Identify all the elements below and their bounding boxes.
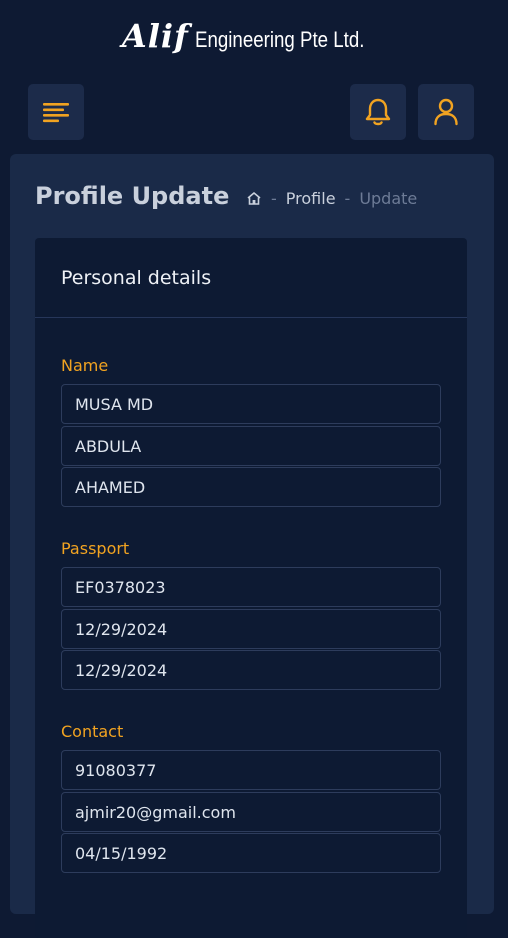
breadcrumb: - Profile - Update <box>246 189 417 208</box>
breadcrumb-separator: - <box>271 189 277 208</box>
breadcrumb-separator: - <box>344 189 351 208</box>
page-title: Profile Update <box>35 182 230 210</box>
menu-lines-icon <box>43 103 69 123</box>
phone-field[interactable] <box>61 750 441 790</box>
notifications-button[interactable] <box>350 84 406 140</box>
menu-button[interactable] <box>28 84 84 140</box>
personal-details-card: Personal details Name Passport Contact <box>35 238 467 938</box>
user-icon <box>434 98 458 126</box>
bell-icon <box>365 98 391 126</box>
logo-mark: Alif <box>121 17 189 55</box>
card-title: Personal details <box>61 266 212 289</box>
passport-label: Passport <box>61 539 130 558</box>
brand-logo: Alif Engineering Pte Ltd. <box>0 0 508 72</box>
passport-number-field[interactable] <box>61 567 441 607</box>
breadcrumb-item-profile[interactable]: Profile <box>286 189 336 208</box>
logo-text: Engineering Pte Ltd. <box>194 27 365 52</box>
home-icon[interactable] <box>246 191 262 206</box>
first-name-field[interactable] <box>61 384 441 424</box>
middle-name-field[interactable] <box>61 426 441 466</box>
last-name-field[interactable] <box>61 467 441 507</box>
passport-date-field-1[interactable] <box>61 609 441 649</box>
name-label: Name <box>61 356 109 375</box>
email-field[interactable] <box>61 792 441 832</box>
breadcrumb-item-update: Update <box>359 189 418 208</box>
card-header: Personal details <box>35 238 467 318</box>
passport-date-field-2[interactable] <box>61 650 441 690</box>
user-account-button[interactable] <box>418 84 474 140</box>
birth-date-field[interactable] <box>61 833 441 873</box>
content-panel: Profile Update - Profile - Update Person… <box>10 154 494 938</box>
contact-label: Contact <box>61 722 124 741</box>
